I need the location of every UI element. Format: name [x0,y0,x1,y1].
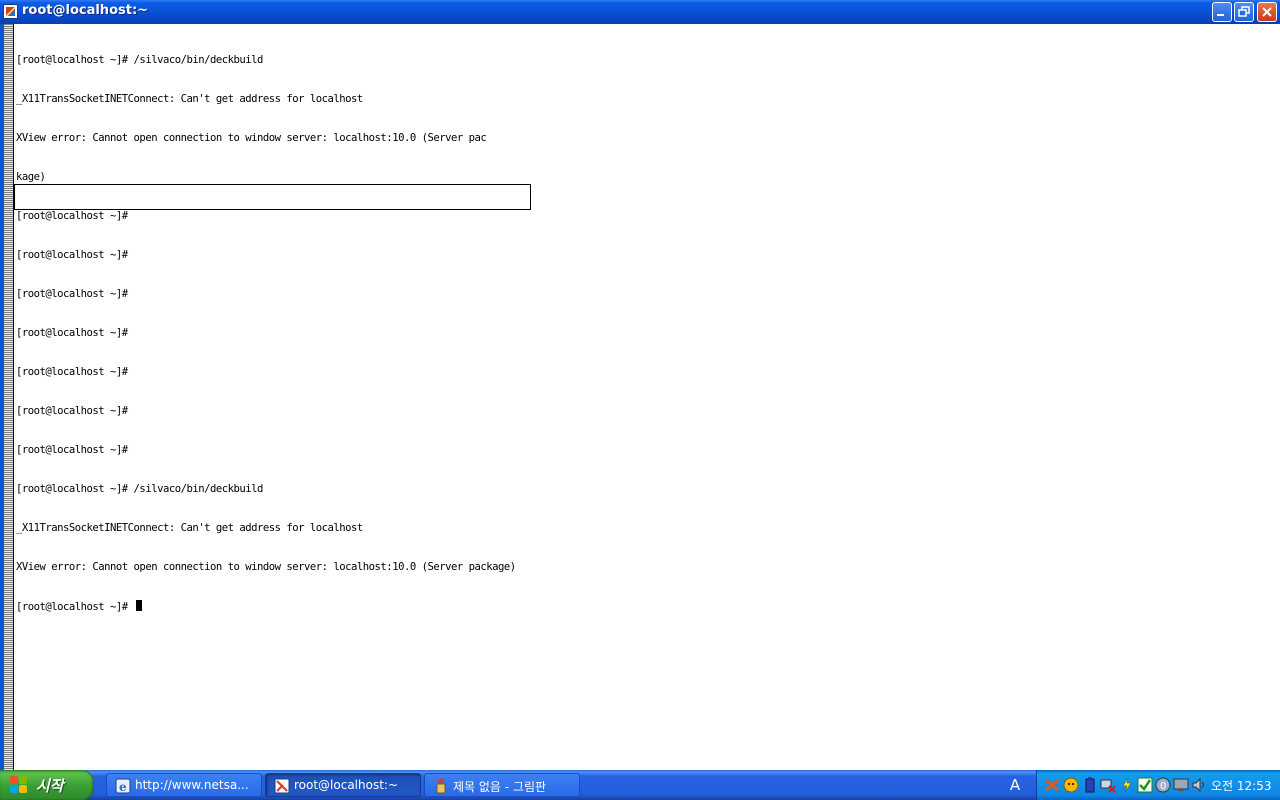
power-icon[interactable] [1119,777,1135,793]
terminal-app-icon[interactable] [3,4,18,19]
error-highlight-box [14,184,531,210]
start-button[interactable]: 시작 [0,770,94,800]
antivirus-icon[interactable]: 0 [1155,777,1171,793]
terminal-line: [root@localhost ~]# /silvaco/bin/deckbui… [16,483,263,495]
terminal-line: _X11TransSocketINETConnect: Can't get ad… [16,522,363,534]
terminal-line: [root@localhost ~]# [16,327,128,339]
terminal-icon [274,778,290,794]
terminal-scrollbar[interactable] [4,24,14,770]
windows-logo-icon [10,776,28,794]
taskbar: 시작 e http://www.netsa... root@localhost:… [0,770,1280,800]
taskbar-button-paint[interactable]: 제목 없음 - 그림판 [424,773,580,797]
terminal-line: [root@localhost ~]# [16,288,128,300]
task-label: 제목 없음 - 그림판 [453,780,547,794]
minimize-icon [1217,14,1224,16]
terminal-prompt-line[interactable]: [root@localhost ~]# [16,600,516,613]
close-icon [1262,7,1272,17]
minimize-button[interactable] [1212,2,1232,22]
restore-button[interactable] [1234,2,1254,22]
terminal-line: [root@localhost ~]# [16,444,128,456]
terminal-line: [root@localhost ~]# [16,210,128,222]
window-title-bar[interactable]: root@localhost:~ [0,0,1280,24]
display-icon[interactable] [1173,777,1189,793]
terminal-line: XView error: Cannot open connection to w… [16,561,516,573]
task-label: root@localhost:~ [294,778,399,792]
terminal-line: [root@localhost ~]# /silvaco/bin/deckbui… [16,54,263,66]
taskbar-button-terminal[interactable]: root@localhost:~ [265,773,421,797]
internet-explorer-icon: e [115,778,131,794]
start-label: 시작 [36,777,64,795]
paint-icon [436,778,446,794]
terminal-line: [root@localhost ~]# [16,405,128,417]
x-tray-icon[interactable] [1044,777,1060,793]
task-label: http://www.netsa... [135,778,249,792]
checkmark-icon[interactable] [1137,777,1153,793]
clock[interactable]: 오전 12:53 [1211,777,1271,794]
text-cursor [135,600,142,611]
terminal-prompt: [root@localhost ~]# [16,601,134,613]
svg-text:e: e [119,780,127,794]
terminal-area[interactable]: [root@localhost ~]# /silvaco/bin/deckbui… [14,24,1280,770]
volume-icon[interactable] [1191,777,1207,793]
terminal-output: [root@localhost ~]# /silvaco/bin/deckbui… [16,28,516,639]
window-title: root@localhost:~ [22,3,149,18]
terminal-line: _X11TransSocketINETConnect: Can't get ad… [16,93,363,105]
battery-icon[interactable] [1082,777,1098,793]
system-tray: 0 오전 12:53 [1036,770,1280,800]
close-button[interactable] [1257,2,1277,22]
restore-icon [1238,6,1250,17]
terminal-line: [root@localhost ~]# [16,366,128,378]
taskbar-button-browser[interactable]: e http://www.netsa... [106,773,262,797]
svg-text:0: 0 [1160,781,1166,792]
terminal-line: [root@localhost ~]# [16,249,128,261]
terminal-line: kage) [16,171,46,183]
messenger-icon[interactable] [1063,777,1079,793]
language-indicator[interactable]: A [1005,775,1025,795]
terminal-line: XView error: Cannot open connection to w… [16,132,487,144]
network-disconnected-icon[interactable] [1100,777,1116,793]
